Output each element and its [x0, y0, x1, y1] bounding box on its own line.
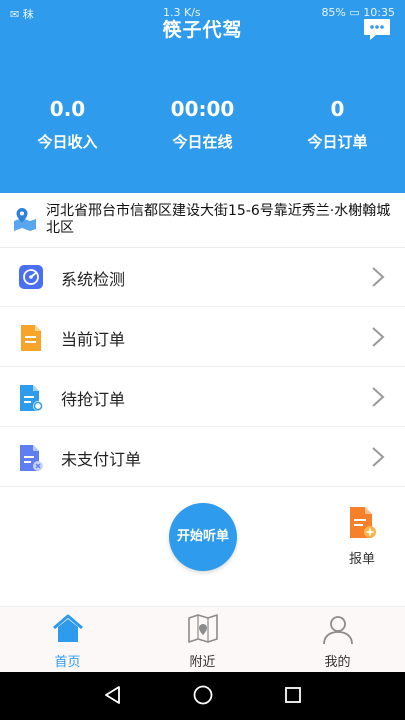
- menu-item-unpaid-order[interactable]: 未支付订单: [0, 427, 405, 487]
- menu-item-system-check[interactable]: 系统检测: [0, 247, 405, 307]
- system-nav-bar: [0, 672, 405, 720]
- address-text: 河北省邢台市信都区建设大街15-6号靠近秀兰·水榭翰城北区: [46, 203, 391, 236]
- stat-income-value: 0.0: [49, 97, 86, 121]
- tab-mine[interactable]: 我的: [270, 607, 405, 673]
- system-check-icon: [18, 264, 44, 294]
- recent-apps-icon[interactable]: [282, 684, 304, 710]
- chevron-right-icon: [371, 266, 385, 292]
- stat-income: 0.0 今日收入: [0, 97, 135, 152]
- report-button[interactable]: 报单: [340, 506, 384, 567]
- menu-item-label: 系统检测: [61, 270, 126, 289]
- stat-online: 00:00 今日在线: [135, 97, 270, 152]
- report-label: 报单: [348, 552, 375, 567]
- user-icon: [270, 612, 405, 646]
- menu-list: 系统检测 当前订单 待抢订单 未支付订单: [0, 247, 405, 487]
- tab-nearby[interactable]: 附近: [135, 607, 270, 673]
- pending-order-icon: [18, 384, 44, 416]
- tab-mine-label: 我的: [324, 655, 351, 670]
- stat-income-label: 今日收入: [37, 133, 98, 151]
- bottom-tab-bar: 首页 附近 我的: [0, 606, 405, 673]
- map-icon: [135, 612, 270, 646]
- menu-item-current-order[interactable]: 当前订单: [0, 307, 405, 367]
- stat-online-label: 今日在线: [172, 133, 233, 151]
- current-order-icon: [18, 324, 44, 356]
- stat-orders: 0 今日订单: [270, 97, 405, 152]
- back-icon[interactable]: [102, 684, 124, 710]
- chevron-right-icon: [371, 386, 385, 412]
- message-button[interactable]: [362, 16, 392, 42]
- home-icon: [0, 612, 135, 646]
- menu-item-label: 当前订单: [61, 330, 126, 349]
- home-circle-icon[interactable]: [192, 684, 214, 710]
- chevron-right-icon: [371, 326, 385, 352]
- tab-home[interactable]: 首页: [0, 607, 135, 673]
- stat-orders-value: 0: [330, 97, 345, 121]
- tab-home-label: 首页: [54, 655, 81, 670]
- location-icon: [12, 207, 38, 235]
- chevron-right-icon: [371, 446, 385, 472]
- unpaid-order-icon: [18, 444, 44, 476]
- start-listening-button[interactable]: 开始听单: [169, 503, 237, 571]
- menu-item-label: 待抢订单: [61, 390, 126, 409]
- stat-online-value: 00:00: [170, 97, 235, 121]
- stat-orders-label: 今日订单: [307, 133, 368, 151]
- header: ✉ 秣 1.3 K/s 85% ▭ 10:35 筷子代驾 0.0 今日收入 00…: [0, 0, 405, 193]
- page-title: 筷子代驾: [162, 19, 243, 41]
- tab-nearby-label: 附近: [189, 655, 216, 670]
- report-icon: [350, 507, 376, 538]
- menu-item-pending-order[interactable]: 待抢订单: [0, 367, 405, 427]
- current-address: 河北省邢台市信都区建设大街15-6号靠近秀兰·水榭翰城北区: [0, 193, 405, 248]
- menu-item-label: 未支付订单: [61, 450, 142, 469]
- chat-bubble-icon: [364, 19, 390, 40]
